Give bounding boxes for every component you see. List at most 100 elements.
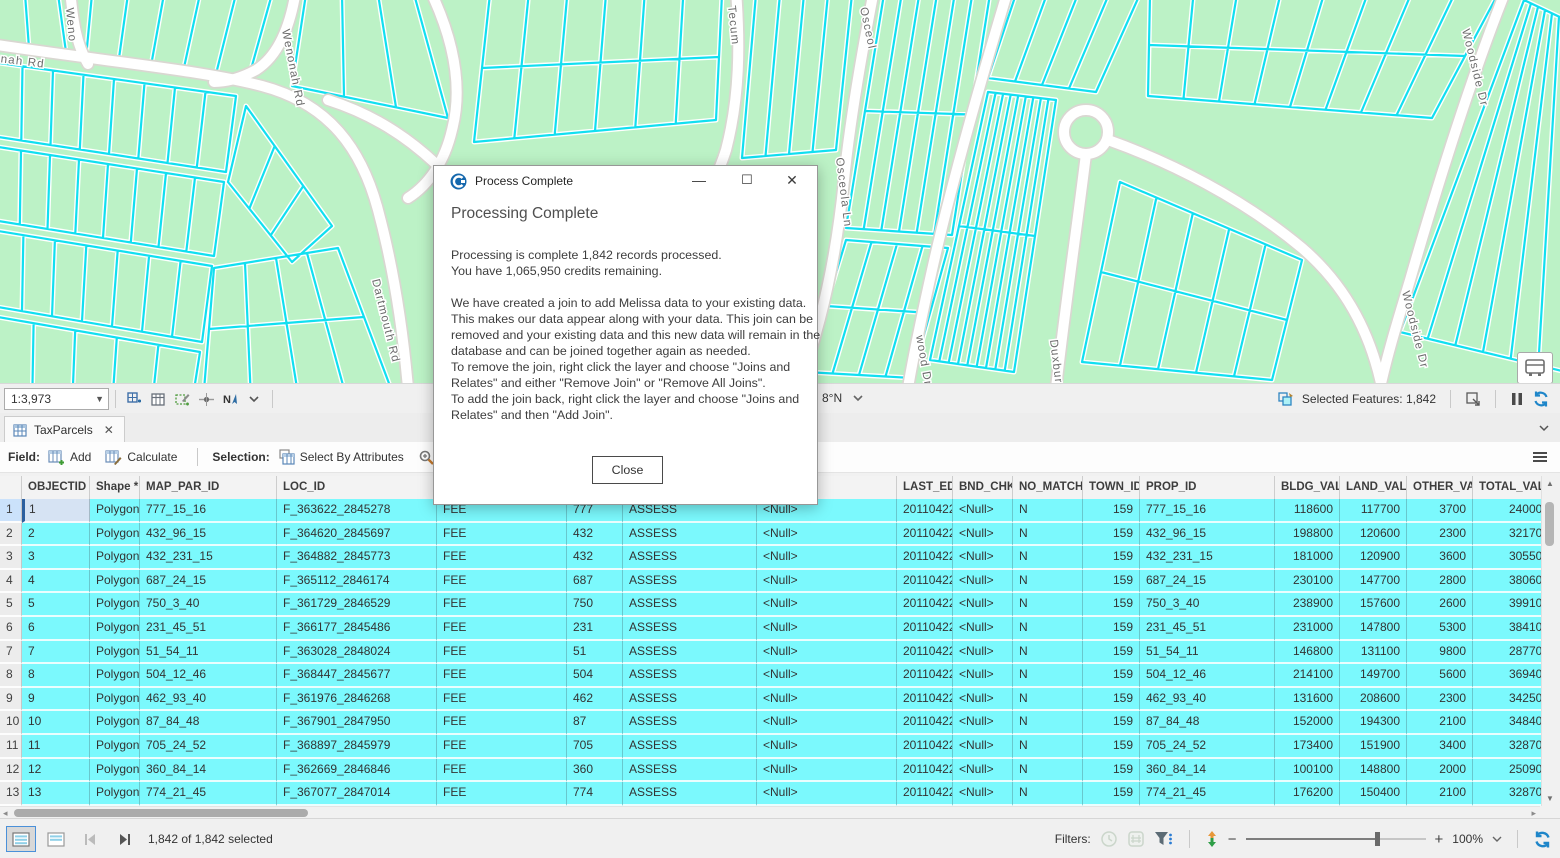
table-cell[interactable]: FEE (437, 711, 567, 735)
table-cell[interactable]: <Null> (953, 499, 1013, 523)
table-cell[interactable]: 51 (567, 641, 623, 665)
table-cell[interactable]: 131100 (1340, 641, 1407, 665)
table-cell[interactable]: 11 (22, 735, 90, 759)
row-number[interactable]: 10 (0, 711, 22, 735)
table-cell[interactable]: 2300 (1407, 688, 1473, 712)
table-cell[interactable]: FEE (437, 570, 567, 594)
row-number[interactable]: 12 (0, 759, 22, 783)
sort-updown-icon[interactable] (1205, 830, 1219, 848)
snapping-button[interactable] (195, 388, 217, 410)
table-cell[interactable]: F_363622_2845278 (277, 499, 437, 523)
table-cell[interactable]: 147800 (1340, 617, 1407, 641)
table-cell[interactable]: ASSESS (623, 782, 757, 806)
table-cell[interactable]: <Null> (953, 735, 1013, 759)
row-number[interactable]: 4 (0, 570, 22, 594)
table-view-button[interactable] (6, 826, 36, 852)
pause-drawing-icon[interactable] (1510, 391, 1524, 407)
table-cell[interactable]: 87_84_48 (140, 711, 277, 735)
close-button[interactable]: Close (592, 456, 663, 484)
table-cell[interactable]: F_368447_2845677 (277, 664, 437, 688)
minimize-button[interactable]: — (689, 172, 709, 188)
table-cell[interactable]: <Null> (757, 782, 897, 806)
table-cell[interactable]: 20110422 (897, 641, 953, 665)
table-cell[interactable]: 774_21_45 (140, 782, 277, 806)
table-cell[interactable]: 504 (567, 664, 623, 688)
table-cell[interactable]: 774 (567, 782, 623, 806)
table-cell[interactable]: ASSESS (623, 523, 757, 547)
edit-vertices-button[interactable] (171, 388, 193, 410)
table-cell[interactable]: 231000 (1275, 617, 1340, 641)
time-filter-icon[interactable] (1100, 830, 1118, 848)
table-cell[interactable]: 2300 (1407, 523, 1473, 547)
table-cell[interactable]: FEE (437, 593, 567, 617)
table-cell[interactable]: ASSESS (623, 593, 757, 617)
vertical-scrollbar[interactable]: ▲ ▼ (1541, 476, 1558, 806)
table-cell[interactable]: 462_93_40 (1140, 688, 1275, 712)
table-cell[interactable]: 687_24_15 (1140, 570, 1275, 594)
close-tab-icon[interactable]: ✕ (104, 423, 114, 437)
table-cell[interactable]: N (1013, 593, 1083, 617)
row-number[interactable]: 13 (0, 782, 22, 806)
table-cell[interactable]: 3700 (1407, 499, 1473, 523)
table-cell[interactable]: FEE (437, 546, 567, 570)
table-cell[interactable]: 238900 (1275, 593, 1340, 617)
table-cell[interactable]: <Null> (953, 664, 1013, 688)
table-cell[interactable]: 118600 (1275, 499, 1340, 523)
table-cell[interactable]: F_365112_2846174 (277, 570, 437, 594)
calculate-field-button[interactable]: Calculate (105, 449, 177, 466)
table-cell[interactable]: 20110422 (897, 523, 953, 547)
table-cell[interactable]: 120600 (1340, 523, 1407, 547)
table-cell[interactable]: FEE (437, 523, 567, 547)
table-cell[interactable]: 13 (22, 782, 90, 806)
column-header[interactable]: BND_CHK (953, 476, 1013, 499)
table-cell[interactable]: N (1013, 641, 1083, 665)
table-cell[interactable]: <Null> (757, 735, 897, 759)
table-cell[interactable]: 159 (1083, 593, 1140, 617)
table-cell[interactable]: <Null> (953, 688, 1013, 712)
add-field-button[interactable]: Add (48, 449, 91, 466)
table-cell[interactable]: 705 (567, 735, 623, 759)
select-by-attributes-button[interactable]: Select By Attributes (278, 449, 404, 466)
table-cell[interactable]: 20110422 (897, 617, 953, 641)
column-header[interactable]: Shape * (90, 476, 140, 499)
table-cell[interactable]: Polygon (90, 546, 140, 570)
table-cell[interactable]: 9 (22, 688, 90, 712)
table-cell[interactable]: 159 (1083, 711, 1140, 735)
table-cell[interactable]: 462 (567, 688, 623, 712)
table-cell[interactable]: ASSESS (623, 570, 757, 594)
table-cell[interactable]: Polygon (90, 759, 140, 783)
table-cell[interactable]: 131600 (1275, 688, 1340, 712)
table-cell[interactable]: 159 (1083, 570, 1140, 594)
table-cell[interactable]: 3 (22, 546, 90, 570)
table-cell[interactable]: 173400 (1275, 735, 1340, 759)
table-cell[interactable]: <Null> (953, 593, 1013, 617)
table-cell[interactable]: 100100 (1275, 759, 1340, 783)
table-cell[interactable]: <Null> (953, 546, 1013, 570)
table-cell[interactable]: F_361729_2846529 (277, 593, 437, 617)
zoom-percent[interactable]: 100% (1452, 832, 1483, 846)
table-cell[interactable]: F_361976_2846268 (277, 688, 437, 712)
table-cell[interactable]: <Null> (953, 617, 1013, 641)
column-header[interactable]: OTHER_VAL (1407, 476, 1473, 499)
table-cell[interactable]: 750_3_40 (140, 593, 277, 617)
row-number[interactable]: 6 (0, 617, 22, 641)
table-cell[interactable]: 51_54_11 (1140, 641, 1275, 665)
table-cell[interactable]: N (1013, 570, 1083, 594)
table-cell[interactable]: <Null> (953, 641, 1013, 665)
table-cell[interactable]: 149700 (1340, 664, 1407, 688)
table-cell[interactable]: 159 (1083, 664, 1140, 688)
table-cell[interactable]: ASSESS (623, 617, 757, 641)
zoom-out-button[interactable]: − (1228, 831, 1237, 848)
table-cell[interactable]: Polygon (90, 711, 140, 735)
table-cell[interactable]: 774_21_45 (1140, 782, 1275, 806)
table-cell[interactable]: N (1013, 735, 1083, 759)
table-cell[interactable]: FEE (437, 782, 567, 806)
range-filter-icon[interactable] (1127, 830, 1145, 848)
table-cell[interactable]: N (1013, 546, 1083, 570)
table-cell[interactable]: 20110422 (897, 759, 953, 783)
table-cell[interactable]: N (1013, 759, 1083, 783)
refresh-table-icon[interactable] (1533, 830, 1552, 849)
table-cell[interactable]: 20110422 (897, 664, 953, 688)
column-header[interactable]: LAND_VAL (1340, 476, 1407, 499)
table-cell[interactable]: 208600 (1340, 688, 1407, 712)
